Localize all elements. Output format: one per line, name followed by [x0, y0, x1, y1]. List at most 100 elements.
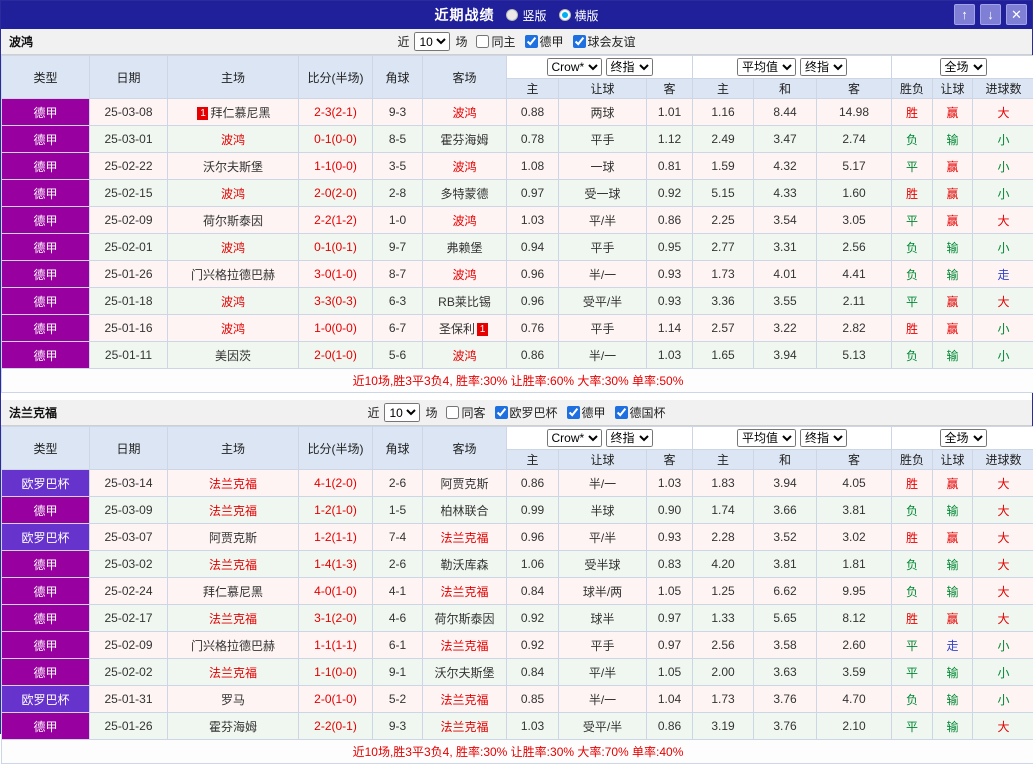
avg-odds-cell: 3.94 — [754, 342, 817, 369]
score-cell: 0-1(0-1) — [299, 234, 373, 261]
close-button[interactable]: ✕ — [1006, 4, 1027, 25]
date-cell: 25-03-07 — [90, 524, 168, 551]
result-cell: 负 — [892, 497, 933, 524]
checkbox-input[interactable] — [573, 35, 586, 48]
section-header-strip: 波鸿近10场同主德甲球会友谊 — [1, 29, 1032, 55]
result-cell: 负 — [892, 551, 933, 578]
result-cell: 平 — [892, 288, 933, 315]
away-team-cell: 波鸿 — [423, 99, 507, 126]
league-cell: 德甲 — [2, 99, 90, 126]
sub-column-header: 客 — [647, 450, 693, 470]
title-center: 近期战绩 竖版 横版 — [434, 5, 598, 25]
home-team-cell: 法兰克福 — [168, 605, 299, 632]
match-count-select[interactable]: 10 — [384, 403, 420, 422]
result-cell: 负 — [892, 126, 933, 153]
layout-radio-horizontal[interactable]: 横版 — [559, 7, 599, 24]
team-label: 霍芬海姆 — [209, 720, 257, 734]
avg-odds-cell: 1.33 — [693, 605, 754, 632]
checkbox-input[interactable] — [446, 406, 459, 419]
result-cell: 赢 — [933, 315, 973, 342]
avg-odds-cell: 5.65 — [754, 605, 817, 632]
checkbox-label: 欧罗巴杯 — [510, 404, 558, 421]
home-team-cell: 罗马 — [168, 686, 299, 713]
match-row: 德甲25-03-09法兰克福1-2(1-0)1-5柏林联合0.99半球0.901… — [2, 497, 1033, 524]
avg-odds-cell: 4.70 — [817, 686, 892, 713]
odds-cell: 平手 — [559, 234, 647, 261]
avg-source-select[interactable]: 终指 — [800, 429, 847, 447]
avg-odds-cell: 1.65 — [693, 342, 754, 369]
odds-cell: 0.97 — [507, 180, 559, 207]
avg-odds-cell: 2.49 — [693, 126, 754, 153]
league-cell: 欧罗巴杯 — [2, 686, 90, 713]
result-scope-select[interactable]: 全场 — [940, 58, 987, 76]
away-team-cell: 法兰克福 — [423, 524, 507, 551]
date-cell: 25-03-02 — [90, 551, 168, 578]
team-label: 沃尔夫斯堡 — [434, 666, 494, 680]
result-scope-select[interactable]: 全场 — [940, 429, 987, 447]
result-cell: 输 — [933, 126, 973, 153]
filter-checkbox[interactable]: 欧罗巴杯 — [495, 404, 558, 421]
result-cell: 胜 — [892, 605, 933, 632]
filter-checkbox[interactable]: 德甲 — [525, 33, 564, 50]
title-buttons: ↑ ↓ ✕ — [954, 4, 1027, 25]
filter-checkbox[interactable]: 同客 — [446, 404, 485, 421]
result-cell: 平 — [892, 632, 933, 659]
team-label: 法兰克福 — [209, 612, 257, 626]
odds-cell: 0.93 — [647, 261, 693, 288]
sub-column-header: 客 — [817, 450, 892, 470]
scroll-down-button[interactable]: ↓ — [980, 4, 1001, 25]
avg-odds-cell: 1.73 — [693, 261, 754, 288]
match-row: 德甲25-02-02法兰克福1-1(0-0)9-1沃尔夫斯堡0.84平/半1.0… — [2, 659, 1033, 686]
team-label: 多特蒙德 — [440, 187, 488, 201]
league-cell: 德甲 — [2, 234, 90, 261]
date-cell: 25-03-01 — [90, 126, 168, 153]
checkbox-input[interactable] — [567, 406, 580, 419]
avg-source-select[interactable]: 平均值 — [737, 58, 796, 76]
filter-checkbox[interactable]: 同主 — [476, 33, 515, 50]
odds-cell: 0.93 — [647, 288, 693, 315]
match-row: 德甲25-01-16波鸿1-0(0-0)6-7圣保利10.76平手1.142.5… — [2, 315, 1033, 342]
filter-checkbox[interactable]: 德甲 — [567, 404, 606, 421]
layout-radio-vertical[interactable]: 竖版 — [506, 7, 546, 24]
filter-checkbox[interactable]: 球会友谊 — [573, 33, 636, 50]
away-team-cell: RB莱比锡 — [423, 288, 507, 315]
result-cell: 平 — [892, 713, 933, 740]
checkbox-input[interactable] — [525, 35, 538, 48]
result-cell: 输 — [933, 234, 973, 261]
team-label: 阿贾克斯 — [209, 531, 257, 545]
odds-cell: 受半球 — [559, 551, 647, 578]
result-cell: 小 — [973, 180, 1033, 207]
match-row: 德甲25-01-18波鸿3-3(0-3)6-3RB莱比锡0.96受平/半0.93… — [2, 288, 1033, 315]
result-cell: 大 — [973, 551, 1033, 578]
odds-source-select[interactable]: Crow* — [547, 58, 602, 76]
odds-cell: 球半 — [559, 605, 647, 632]
odds-source-select[interactable]: 终指 — [606, 429, 653, 447]
away-team-cell: 多特蒙德 — [423, 180, 507, 207]
odds-source-select[interactable]: Crow* — [547, 429, 602, 447]
odds-cell: 平手 — [559, 632, 647, 659]
odds-source-select[interactable]: 终指 — [606, 58, 653, 76]
sub-column-header: 让球 — [933, 450, 973, 470]
result-cell: 赢 — [933, 605, 973, 632]
sub-column-header: 进球数 — [973, 79, 1033, 99]
match-row: 德甲25-02-09荷尔斯泰因2-2(1-2)1-0波鸿1.03平/半0.862… — [2, 207, 1033, 234]
avg-source-select[interactable]: 平均值 — [737, 429, 796, 447]
checkbox-input[interactable] — [495, 406, 508, 419]
odds-cell: 0.78 — [507, 126, 559, 153]
scroll-up-button[interactable]: ↑ — [954, 4, 975, 25]
corner-cell: 9-3 — [373, 99, 423, 126]
corner-cell: 8-5 — [373, 126, 423, 153]
team-label: 法兰克福 — [440, 720, 488, 734]
filter-checkbox[interactable]: 德国杯 — [615, 404, 666, 421]
date-cell: 25-02-01 — [90, 234, 168, 261]
result-cell: 大 — [973, 497, 1033, 524]
avg-source-select[interactable]: 终指 — [800, 58, 847, 76]
date-cell: 25-01-26 — [90, 713, 168, 740]
checkbox-input[interactable] — [476, 35, 489, 48]
checkbox-input[interactable] — [615, 406, 628, 419]
match-count-select[interactable]: 10 — [414, 32, 450, 51]
team-label: 波鸿 — [452, 349, 476, 363]
odds-source-group: Crow*终指 — [507, 427, 693, 450]
odds-cell: 两球 — [559, 99, 647, 126]
odds-cell: 球半/两 — [559, 578, 647, 605]
